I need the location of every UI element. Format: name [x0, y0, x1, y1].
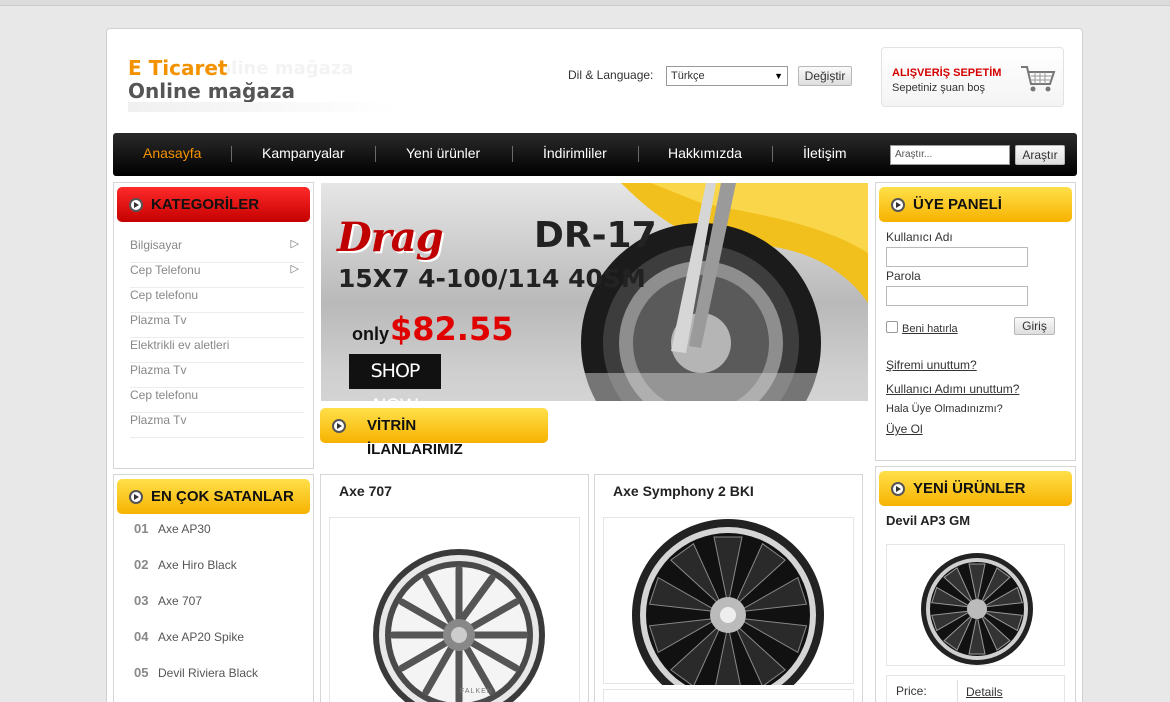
nav-contact[interactable]: İletişim	[803, 133, 847, 176]
nav-home[interactable]: Anasayfa	[143, 133, 201, 176]
new-products-title: YENİ ÜRÜNLER	[913, 480, 1026, 497]
nav-separator	[375, 146, 376, 162]
banner-only-label: only	[352, 324, 390, 344]
nav-separator	[512, 146, 513, 162]
submenu-arrow-icon: ▷	[290, 263, 299, 275]
logo-title[interactable]: E Ticaret	[128, 56, 227, 80]
category-label: Elektrikli ev aletleri	[130, 338, 230, 352]
password-label: Parola	[886, 269, 921, 283]
category-item[interactable]: Plazma Tv	[130, 363, 304, 388]
forgot-username-link[interactable]: Kullanıcı Adımı unuttum?	[886, 382, 1019, 396]
submenu-arrow-icon: ▷	[290, 238, 299, 250]
nav-about[interactable]: Hakkımızda	[668, 133, 742, 176]
play-circle-icon	[891, 481, 905, 496]
category-item[interactable]: Bilgisayar ▷	[130, 238, 304, 263]
category-item[interactable]: Plazma Tv	[130, 313, 304, 338]
nav-new-products[interactable]: Yeni ürünler	[406, 133, 480, 176]
category-label: Plazma Tv	[130, 363, 187, 377]
nav-campaigns[interactable]: Kampanyalar	[262, 133, 345, 176]
category-item[interactable]: Cep telefonu	[130, 388, 304, 413]
category-label: Cep Telefonu	[130, 263, 201, 277]
best-seller-link[interactable]: Devil Riviera Black	[158, 666, 258, 680]
play-circle-icon	[129, 197, 143, 212]
language-selected: Türkçe	[671, 70, 705, 82]
category-label: Plazma Tv	[130, 413, 187, 427]
language-label: Dil & Language:	[568, 68, 654, 82]
banner-model: DR-17	[534, 215, 657, 256]
categories-title: KATEGORİLER	[151, 196, 260, 213]
category-label: Cep telefonu	[130, 288, 199, 302]
cart-status: Sepetiniz şuan boş	[892, 82, 985, 94]
username-input[interactable]	[886, 247, 1028, 267]
best-seller-rank: 02	[134, 557, 149, 572]
best-seller-rank: 03	[134, 593, 149, 608]
category-label: Plazma Tv	[130, 313, 187, 327]
forgot-password-link[interactable]: Şifremi unuttum?	[886, 358, 977, 372]
best-seller-link[interactable]: Axe Hiro Black	[158, 558, 237, 572]
logo-subtitle[interactable]: Online mağaza	[128, 79, 295, 103]
best-sellers-header: EN ÇOK SATANLAR	[117, 479, 310, 514]
login-button[interactable]: Giriş	[1014, 317, 1055, 335]
remember-checkbox[interactable]	[886, 321, 898, 333]
category-label: Bilgisayar	[130, 238, 183, 252]
play-circle-icon	[129, 489, 143, 504]
member-panel-header: ÜYE PANELİ	[879, 187, 1072, 222]
category-item[interactable]: Cep telefonu	[130, 288, 304, 313]
product-title[interactable]: Axe Symphony 2 BKI	[613, 483, 754, 499]
wheel-brand-mark: FALKEN	[460, 688, 493, 695]
browser-top-line	[0, 0, 1170, 6]
wheel-image	[921, 553, 1033, 665]
best-seller-link[interactable]: Axe AP30	[158, 522, 211, 536]
not-member-text: Hala Üye Olmadınızmı?	[886, 403, 1003, 415]
category-item[interactable]: Elektrikli ev aletleri	[130, 338, 304, 363]
member-panel-title: ÜYE PANELİ	[913, 196, 1002, 213]
product-title[interactable]: Axe 707	[339, 483, 392, 499]
nav-separator	[638, 146, 639, 162]
product-info-row	[603, 689, 854, 702]
best-seller-rank: 05	[134, 665, 149, 680]
best-seller-link[interactable]: Axe 707	[158, 594, 202, 608]
new-products-header: YENİ ÜRÜNLER	[879, 471, 1072, 506]
play-circle-icon	[891, 197, 905, 212]
change-language-button[interactable]: Değiştir	[798, 66, 852, 86]
details-link[interactable]: Details	[966, 685, 1003, 699]
logo-reflection	[128, 102, 398, 112]
price-label: Price:	[896, 684, 927, 698]
logo-shadow-text: online mağaza	[206, 58, 354, 79]
best-sellers-title: EN ÇOK SATANLAR	[151, 488, 294, 505]
shop-now-button[interactable]: SHOP NOW	[349, 354, 441, 417]
product-image[interactable]	[603, 517, 854, 702]
play-circle-icon	[332, 418, 346, 433]
new-product-title[interactable]: Devil AP3 GM	[886, 513, 970, 528]
info-divider	[957, 680, 958, 702]
language-select[interactable]: Türkçe ▼	[666, 66, 788, 86]
banner-price: $82.55	[390, 310, 514, 348]
search-input[interactable]: Araştır...	[890, 145, 1010, 165]
wheel-image	[373, 549, 545, 702]
product-image[interactable]	[329, 517, 580, 702]
showcase-title: VİTRİN İLANLARIMIZ	[367, 417, 463, 458]
username-label: Kullanıcı Adı	[886, 230, 953, 244]
nav-discounts[interactable]: İndirimliler	[543, 133, 607, 176]
register-link[interactable]: Üye Ol	[886, 422, 923, 436]
dropdown-arrow-icon: ▼	[774, 71, 783, 81]
wheel-image	[632, 519, 824, 702]
shopping-cart-icon[interactable]	[1020, 64, 1056, 94]
best-seller-rank: 04	[134, 629, 149, 644]
category-item[interactable]: Plazma Tv	[130, 413, 304, 438]
password-input[interactable]	[886, 286, 1028, 306]
remember-label[interactable]: Beni hatırla	[902, 323, 958, 335]
banner-brand: Drag	[337, 214, 444, 261]
category-item[interactable]: Cep Telefonu ▷	[130, 263, 304, 288]
category-label: Cep telefonu	[130, 388, 199, 402]
banner-size: 15X7 4-100/114 40SM	[338, 264, 646, 293]
categories-header: KATEGORİLER	[117, 187, 310, 222]
search-button[interactable]: Araştır	[1015, 145, 1065, 165]
nav-separator	[772, 146, 773, 162]
best-seller-rank: 01	[134, 521, 149, 536]
best-seller-link[interactable]: Axe AP20 Spike	[158, 630, 244, 644]
nav-separator	[231, 146, 232, 162]
cart-title[interactable]: ALIŞVERİŞ SEPETİM	[892, 67, 1001, 79]
new-product-image[interactable]	[886, 544, 1065, 666]
